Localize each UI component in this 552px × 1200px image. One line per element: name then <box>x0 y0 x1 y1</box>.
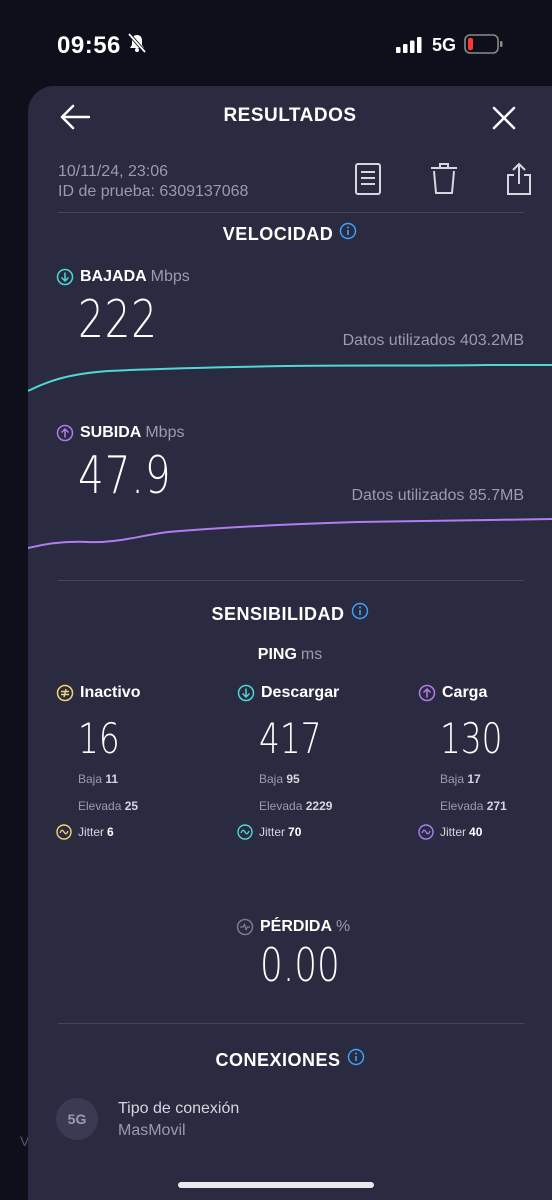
ping-idle-jitter: Jitter 6 <box>56 824 114 840</box>
low-label: Baja <box>259 772 284 786</box>
high-value: 271 <box>486 799 507 813</box>
info-icon[interactable] <box>339 222 357 245</box>
jitter-wave-icon <box>56 824 72 840</box>
connection-type-label: Tipo de conexión <box>118 1100 240 1117</box>
jitter-value: 6 <box>107 825 114 839</box>
ping-upload-low: Baja 17 <box>440 772 481 786</box>
jitter-wave-icon <box>237 824 253 840</box>
packet-loss-icon <box>236 918 254 936</box>
idle-bolt-icon <box>56 684 74 702</box>
velocidad-title: VELOCIDAD <box>222 224 334 244</box>
high-label: Elevada <box>259 799 303 813</box>
ping-idle-value: 16 <box>78 714 120 763</box>
ping-idle-high: Elevada 25 <box>78 799 138 813</box>
network-type: 5G <box>432 35 457 55</box>
sensibilidad-title: SENSIBILIDAD <box>211 604 345 624</box>
ping-idle-header: Inactivo <box>56 684 140 702</box>
low-label: Baja <box>440 772 465 786</box>
high-label: Elevada <box>440 799 484 813</box>
ping-upload-column: Carga 130 Baja 17 Elevada 271 Jitter 40 <box>418 684 507 840</box>
download-arrow-icon <box>237 684 255 702</box>
high-value: 25 <box>124 799 139 813</box>
cellular-signal-icon <box>396 37 422 58</box>
high-label: Elevada <box>78 799 122 813</box>
ping-unit: ms <box>300 646 323 663</box>
low-value: 95 <box>286 772 300 786</box>
ping-download-value: 417 <box>259 714 322 763</box>
jitter-value: 70 <box>288 825 302 839</box>
ping-download-jitter: Jitter 70 <box>237 824 301 840</box>
divider <box>58 212 524 213</box>
upload-speed-graph <box>28 518 552 549</box>
connection-type-badge: 5G <box>56 1098 98 1140</box>
upload-arrow-icon <box>418 684 436 702</box>
packet-loss-label: PÉRDIDA% <box>236 918 350 936</box>
divider <box>58 580 524 581</box>
conexiones-title: CONEXIONES <box>215 1050 341 1070</box>
battery-low-icon <box>464 34 504 59</box>
jitter-value: 40 <box>469 825 483 839</box>
download-label: BAJADA Mbps <box>56 268 190 286</box>
low-label: Baja <box>78 772 103 786</box>
download-value: 222 <box>78 290 158 350</box>
ping-download-label: Descargar <box>261 684 340 701</box>
ping-upload-value: 130 <box>440 714 503 763</box>
upload-data-used: Datos utilizados 85.7MB <box>351 487 524 504</box>
low-value: 17 <box>467 772 481 786</box>
status-time: 09:56 <box>57 32 121 59</box>
ping-idle-column: Inactivo 16 Baja 11 Elevada 25 Jitter 6 <box>56 684 140 840</box>
document-icon[interactable] <box>354 162 382 201</box>
download-unit: Mbps <box>150 268 190 285</box>
upload-value: 47.9 <box>78 446 172 506</box>
ping-idle-label: Inactivo <box>80 684 141 701</box>
high-value: 2229 <box>305 799 333 813</box>
divider <box>58 1023 524 1024</box>
info-icon[interactable] <box>347 1048 365 1071</box>
jitter-label: Jitter <box>259 825 286 839</box>
ping-upload-label: Carga <box>442 684 488 701</box>
share-icon[interactable] <box>506 162 532 201</box>
info-icon[interactable] <box>351 602 369 625</box>
ping-upload-jitter: Jitter 40 <box>418 824 482 840</box>
status-bar: 09:56 5G <box>0 0 552 86</box>
test-date: 10/11/24, 23:06 <box>58 163 169 180</box>
download-label-text: BAJADA <box>80 268 147 285</box>
trash-icon[interactable] <box>429 162 459 201</box>
test-id: ID de prueba: 6309137068 <box>58 183 249 200</box>
upload-label-text: SUBIDA <box>80 424 142 441</box>
connection-type-value: MasMovil <box>118 1122 186 1139</box>
ping-download-column: Descargar 417 Baja 95 Elevada 2229 Jitte… <box>237 684 339 840</box>
upload-unit: Mbps <box>145 424 185 441</box>
velocidad-section-title: VELOCIDAD <box>28 222 552 245</box>
packet-loss-label-text: PÉRDIDA <box>260 918 333 935</box>
ping-download-header: Descargar <box>237 684 339 702</box>
jitter-label: Jitter <box>78 825 105 839</box>
home-indicator[interactable] <box>178 1182 374 1188</box>
conexiones-section-title: CONEXIONES <box>28 1048 552 1071</box>
packet-loss-value: 0.00 <box>260 938 340 992</box>
jitter-label: Jitter <box>440 825 467 839</box>
upload-label: SUBIDA Mbps <box>56 424 184 442</box>
ping-upload-header: Carga <box>418 684 487 702</box>
bell-muted-icon <box>127 32 147 58</box>
low-value: 11 <box>105 772 119 786</box>
download-arrow-icon <box>56 268 74 286</box>
close-icon[interactable] <box>492 106 516 135</box>
upload-arrow-icon <box>56 424 74 442</box>
ping-label: PING <box>257 646 297 663</box>
ping-download-high: Elevada 2229 <box>259 799 332 813</box>
page-title: RESULTADOS <box>223 105 357 126</box>
ping-idle-low: Baja 11 <box>78 772 118 786</box>
ping-title: PING ms <box>28 646 552 664</box>
jitter-wave-icon <box>418 824 434 840</box>
ping-download-low: Baja 95 <box>259 772 300 786</box>
download-speed-graph <box>28 364 552 392</box>
packet-loss-unit: % <box>336 918 351 935</box>
ping-upload-high: Elevada 271 <box>440 799 507 813</box>
results-sheet: RESULTADOS 10/11/24, 23:06 ID de prueba:… <box>28 86 552 1200</box>
sensibilidad-section-title: SENSIBILIDAD <box>28 602 552 625</box>
